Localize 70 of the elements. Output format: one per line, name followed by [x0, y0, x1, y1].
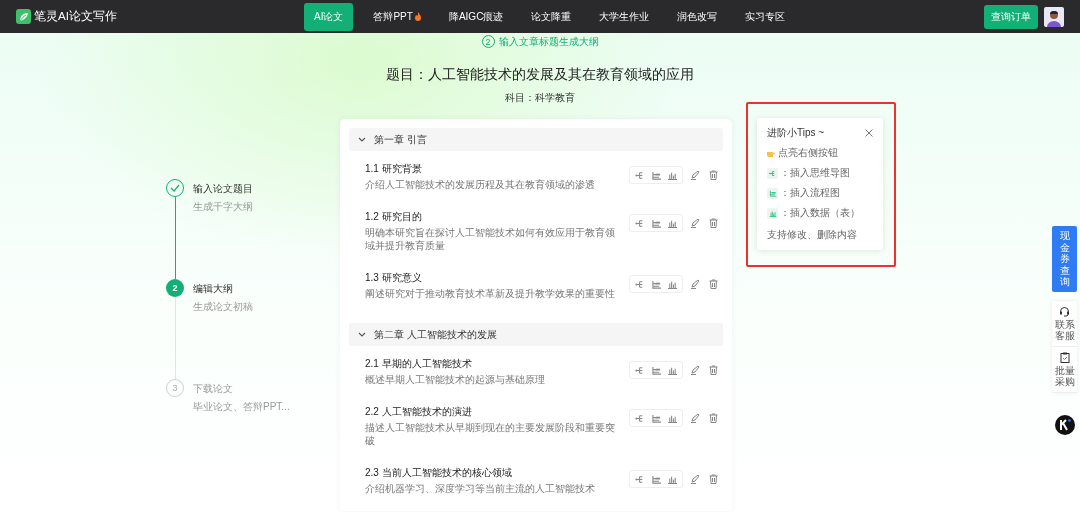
delete-icon[interactable] [707, 278, 719, 290]
flowchart-icon[interactable] [650, 217, 662, 229]
edit-icon[interactable] [689, 364, 701, 376]
logo-badge-icon[interactable] [1054, 414, 1075, 435]
tips-title: 进阶小Tips ~ [767, 126, 825, 140]
section-description: 描述人工智能技术从早期到现在的主要发展阶段和重要突破 [365, 421, 616, 447]
pointing-hand-icon [767, 149, 776, 157]
section-description: 概述早期人工智能技术的起源与基础原理 [365, 373, 546, 386]
chevron-icon[interactable] [358, 136, 366, 143]
logo-text: 笔灵AI论文写作 [34, 9, 117, 24]
delete-icon[interactable] [707, 412, 719, 424]
nav-tab[interactable]: 润色改写 [669, 3, 726, 30]
headset-icon[interactable] [1059, 305, 1070, 317]
section-description: 明确本研究旨在探讨人工智能技术如何有效应用于教育领域并提升教育质量 [365, 226, 616, 252]
step-title: 下载论文 [193, 382, 234, 396]
section-description: 介绍机器学习、深度学习等当前主流的人工智能技术 [365, 482, 596, 495]
coupon-button[interactable]: 现金券查询 [1052, 226, 1077, 292]
section-description: 介绍人工智能技术的发展历程及其在教育领域的渗透 [365, 178, 596, 191]
nav-tab[interactable]: 降AIGC痕迹 [440, 3, 512, 30]
close-icon[interactable] [865, 129, 873, 137]
nav-tab[interactable]: 大学生作业 [591, 3, 658, 30]
flowchart-icon[interactable] [650, 473, 662, 485]
flowchart-icon[interactable] [650, 364, 662, 376]
flowchart-icon[interactable] [650, 278, 662, 290]
side-link[interactable]: 批量采购 [1054, 364, 1075, 388]
step-title: 编辑大纲 [193, 282, 234, 296]
flowchart-icon[interactable] [650, 412, 662, 424]
tip-text: ：插入流程图 [780, 186, 840, 200]
nav-tab[interactable]: 答辩PPT [365, 3, 429, 30]
edit-icon[interactable] [689, 473, 701, 485]
avatar-icon[interactable] [1044, 6, 1064, 27]
flowchart-icon [767, 187, 778, 199]
step-subtitle: 毕业论文、答辩PPT... [193, 400, 290, 414]
edit-icon[interactable] [689, 217, 701, 229]
delete-icon[interactable] [707, 364, 719, 376]
step-title: 输入论文题目 [193, 182, 253, 196]
chevron-icon[interactable] [358, 331, 366, 338]
section-title: 2.2 人工智能技术的演进 [365, 405, 473, 418]
mind-map-icon [767, 167, 778, 179]
section-title: 1.2 研究目的 [365, 210, 423, 223]
step-subtitle: 生成论文初稿 [193, 300, 253, 314]
clipboard-icon[interactable] [1059, 351, 1070, 363]
tip-text: ：插入思维导图 [780, 166, 850, 180]
delete-icon[interactable] [707, 169, 719, 181]
logo-icon [16, 9, 31, 24]
chapter-title: 第二章 人工智能技术的发展 [374, 327, 497, 342]
essay-title: 题目：人工智能技术的发展及其在教育领域的应用 [386, 66, 694, 84]
edit-icon[interactable] [689, 412, 701, 424]
step-subtitle: 生成千字大纲 [193, 200, 253, 214]
tip-text: ：插入数据（表） [780, 206, 860, 220]
section-description: 阐述研究对于推动教育技术革新及提升教学效果的重要性 [365, 287, 616, 300]
nav-tab[interactable]: 论文降重 [523, 3, 580, 30]
edit-icon[interactable] [689, 278, 701, 290]
bar-chart-icon [767, 207, 778, 219]
section-title: 1.3 研究意义 [365, 271, 423, 284]
step-banner-text: 输入文章标题生成大纲 [498, 34, 599, 49]
nav-tab[interactable]: 实习专区 [737, 3, 794, 30]
tips-intro: 点亮右侧按钮 [778, 146, 838, 160]
edit-icon[interactable] [689, 169, 701, 181]
section-title: 1.1 研究背景 [365, 162, 423, 175]
delete-icon[interactable] [707, 473, 719, 485]
section-title: 2.1 早期的人工智能技术 [365, 357, 473, 370]
section-title: 2.3 当前人工智能技术的核心领域 [365, 466, 513, 479]
side-link[interactable]: 联系客服 [1054, 318, 1075, 342]
chapter-title: 第一章 引言 [374, 132, 427, 147]
subject-label: 科目：科学教育 [505, 91, 575, 105]
tips-footer: 支持修改、删除内容 [767, 228, 883, 242]
flowchart-icon[interactable] [650, 169, 662, 181]
step-number: 2 [166, 279, 184, 297]
delete-icon[interactable] [707, 217, 719, 229]
